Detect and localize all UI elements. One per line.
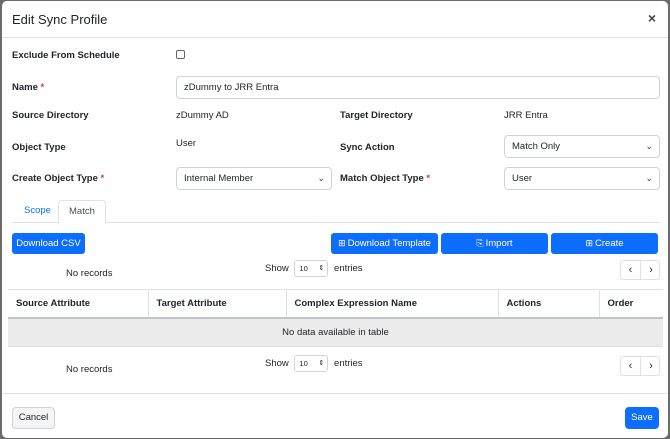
target-directory-value: JRR Entra [504,110,548,121]
page-size-select[interactable]: 10 ⇕ [294,355,329,372]
name-label-text: Name [12,82,38,93]
required-mark: * [40,82,45,93]
chevron-left-icon[interactable]: ‹ [621,261,641,279]
match-object-type-label: Match Object Type * [340,173,430,184]
chevron-down-icon: ⌄ [645,173,653,183]
create-object-type-value: Internal Member [184,173,254,184]
required-mark: * [426,173,431,184]
modal-header: Edit Sync Profile × [2,1,668,38]
download-csv-button[interactable]: Download CSV [12,233,85,254]
show-label: Show [265,263,289,275]
attribute-mapping-table: Source Attribute Target Attribute Comple… [8,289,663,347]
save-button[interactable]: Save [625,407,659,429]
modal-footer: Cancel Save [2,393,668,438]
chevron-updown-icon: ⇕ [318,265,325,272]
download-template-button[interactable]: ⊞ Download Template [331,233,438,254]
chevron-updown-icon: ⇕ [318,360,325,367]
source-directory-value: zDummy AD [176,110,229,121]
tab-scope[interactable]: Scope [14,200,61,223]
record-count-bottom: No records [66,364,113,375]
column-header[interactable]: Actions [498,289,600,319]
import-button[interactable]: ⎘ Import [441,233,548,254]
entries-label: entries [334,263,363,275]
sync-action-value: Match Only [512,141,561,152]
column-header[interactable]: Order [599,289,663,319]
source-directory-label: Source Directory [12,110,89,121]
create-object-type-label-text: Create Object Type [12,173,98,184]
edit-sync-profile-modal: Edit Sync Profile × Exclude From Schedul… [2,1,668,438]
record-count-top: No records [66,268,113,279]
page-size-value: 10 [299,264,308,273]
tab-bar: Scope Match [12,200,660,224]
sync-action-label: Sync Action [340,142,395,153]
column-header[interactable]: Source Attribute [8,289,149,319]
object-type-value: User [176,138,197,149]
exclude-checkbox[interactable] [176,50,185,59]
create-button[interactable]: ⊞ Create [551,233,658,254]
empty-table-message: No data available in table [8,317,663,347]
create-label: Create [595,238,624,249]
name-input[interactable]: zDummy to JRR Entra [176,76,660,99]
name-label: Name * [12,82,44,93]
show-label: Show [265,358,289,370]
plus-square-icon: ⊞ [585,238,594,248]
object-type-label: Object Type [12,142,66,153]
match-object-type-label-text: Match Object Type [340,173,424,184]
chevron-right-icon[interactable]: › [641,357,661,375]
chevron-right-icon[interactable]: › [641,261,661,279]
page-size-select[interactable]: 10 ⇕ [294,260,329,277]
column-header[interactable]: Target Attribute [148,289,287,319]
download-template-label: Download Template [347,238,431,249]
table-row: No data available in table [8,317,663,347]
target-directory-label: Target Directory [340,110,413,121]
file-import-icon: ⎘ [476,238,484,248]
page-size-value: 10 [299,359,308,368]
chevron-down-icon: ⌄ [645,141,653,151]
entries-label: entries [334,358,363,370]
tab-match[interactable]: Match [58,200,106,224]
page-size-control-bottom: Show 10 ⇕ entries [265,355,363,372]
match-object-type-value: User [512,173,533,184]
column-header[interactable]: Complex Expression Name [286,289,499,319]
table-icon: ⊞ [338,238,346,248]
exclude-label: Exclude From Schedule [12,50,120,61]
chevron-down-icon: ⌄ [317,173,325,183]
cancel-button[interactable]: Cancel [12,407,55,429]
sync-action-select[interactable]: Match Only ⌄ [504,135,660,158]
required-mark: * [100,173,105,184]
close-icon[interactable]: × [648,10,656,26]
import-label: Import [485,238,513,249]
page-size-control-top: Show 10 ⇕ entries [265,260,363,277]
pagination-top: ‹ › [620,260,660,280]
create-object-type-select[interactable]: Internal Member ⌄ [176,167,332,190]
modal-title: Edit Sync Profile [12,12,108,27]
match-object-type-select[interactable]: User ⌄ [504,167,660,190]
pagination-bottom: ‹ › [620,356,660,376]
create-object-type-label: Create Object Type * [12,173,104,184]
chevron-left-icon[interactable]: ‹ [621,357,641,375]
